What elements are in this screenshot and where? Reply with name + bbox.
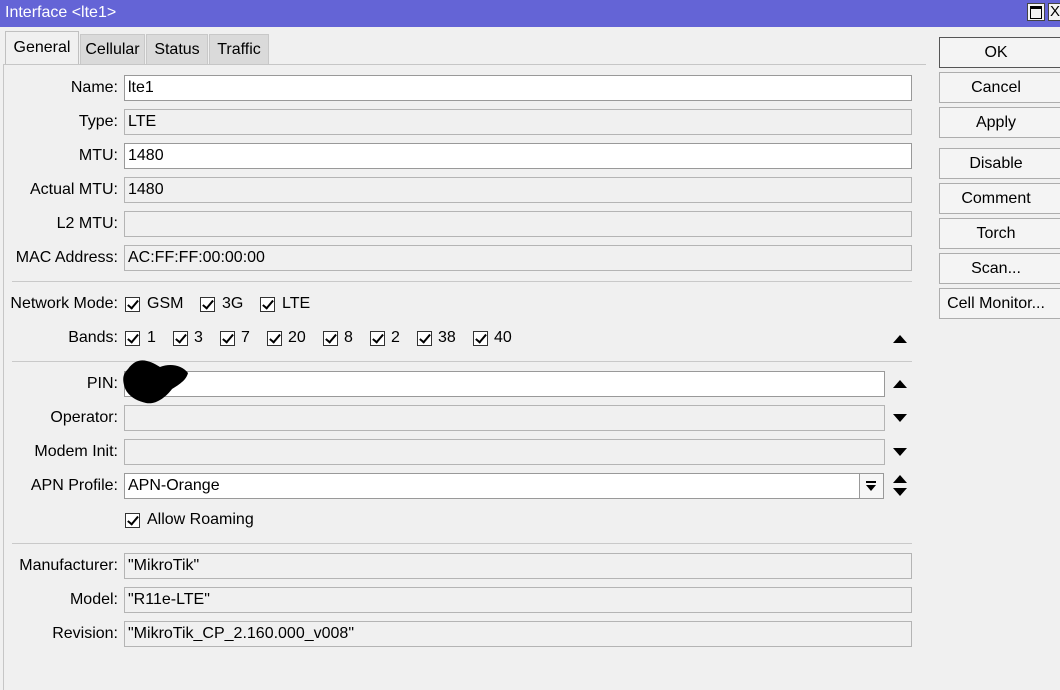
separator xyxy=(12,543,912,544)
network-mode-3g-label: 3G xyxy=(222,295,244,312)
tab-cellular[interactable]: Cellular xyxy=(80,34,145,64)
modem-init-label: Modem Init: xyxy=(34,443,118,460)
operator-label: Operator: xyxy=(50,409,118,426)
band-3-checkbox[interactable] xyxy=(173,331,188,346)
l2-mtu-label: L2 MTU: xyxy=(56,215,118,232)
band-20-label: 20 xyxy=(288,329,306,346)
apn-profile-add-icon[interactable] xyxy=(893,488,907,496)
operator-expand-icon[interactable] xyxy=(893,414,907,422)
band-7-label: 7 xyxy=(241,329,250,346)
name-input[interactable] xyxy=(124,75,912,101)
apn-profile-select[interactable]: APN-Orange xyxy=(124,473,860,499)
mtu-label: MTU: xyxy=(78,147,118,164)
mac-address-label: MAC Address: xyxy=(15,249,118,266)
band-8-label: 8 xyxy=(344,329,353,346)
cancel-button[interactable]: Cancel xyxy=(939,72,1060,103)
torch-button[interactable]: Torch xyxy=(939,218,1060,249)
modem-init-expand-icon[interactable] xyxy=(893,448,907,456)
band-7-checkbox[interactable] xyxy=(220,331,235,346)
pin-label: PIN: xyxy=(86,375,118,392)
mac-address-value: AC:FF:FF:00:00:00 xyxy=(124,245,912,271)
band-3-label: 3 xyxy=(194,329,203,346)
mtu-input[interactable] xyxy=(124,143,912,169)
revision-value: "MikroTik_CP_2.160.000_v008" xyxy=(124,621,912,647)
manufacturer-value: "MikroTik" xyxy=(124,553,912,579)
band-8-checkbox[interactable] xyxy=(323,331,338,346)
network-mode-lte-label: LTE xyxy=(282,295,311,312)
redaction-scribble xyxy=(123,360,188,404)
network-mode-lte-checkbox[interactable] xyxy=(260,297,275,312)
apn-profile-dropdown-icon[interactable] xyxy=(859,473,884,499)
type-label: Type: xyxy=(78,113,118,130)
name-label: Name: xyxy=(70,79,118,96)
tab-general[interactable]: General xyxy=(5,31,79,65)
band-1-label: 1 xyxy=(147,329,156,346)
band-2-checkbox[interactable] xyxy=(370,331,385,346)
revision-label: Revision: xyxy=(52,625,118,642)
cell-monitor-button[interactable]: Cell Monitor... xyxy=(939,288,1060,319)
type-value: LTE xyxy=(124,109,912,135)
apn-profile-label: APN Profile: xyxy=(30,477,118,494)
network-mode-label: Network Mode: xyxy=(10,295,118,312)
separator xyxy=(12,281,912,282)
actual-mtu-label: Actual MTU: xyxy=(29,181,118,198)
ok-button[interactable]: OK xyxy=(939,37,1060,68)
network-mode-gsm-checkbox[interactable] xyxy=(125,297,140,312)
disable-button[interactable]: Disable xyxy=(939,148,1060,179)
comment-button[interactable]: Comment xyxy=(939,183,1060,214)
model-label: Model: xyxy=(69,591,118,608)
scan-button[interactable]: Scan... xyxy=(939,253,1060,284)
l2-mtu-value xyxy=(124,211,912,237)
modem-init-value xyxy=(124,439,885,465)
tab-traffic[interactable]: Traffic xyxy=(209,34,269,64)
band-1-checkbox[interactable] xyxy=(125,331,140,346)
band-20-checkbox[interactable] xyxy=(267,331,282,346)
allow-roaming-label: Allow Roaming xyxy=(147,511,254,528)
operator-value xyxy=(124,405,885,431)
network-mode-3g-checkbox[interactable] xyxy=(200,297,215,312)
model-value: "R11e-LTE" xyxy=(124,587,912,613)
network-mode-gsm-label: GSM xyxy=(147,295,184,312)
actual-mtu-value: 1480 xyxy=(124,177,912,203)
allow-roaming-checkbox[interactable] xyxy=(125,513,140,528)
band-38-checkbox[interactable] xyxy=(417,331,432,346)
bands-collapse-icon[interactable] xyxy=(893,335,907,343)
pin-input[interactable] xyxy=(124,371,885,397)
band-38-label: 38 xyxy=(438,329,456,346)
maximize-icon[interactable] xyxy=(1027,3,1045,21)
manufacturer-label: Manufacturer: xyxy=(19,557,118,574)
tab-status[interactable]: Status xyxy=(146,34,208,64)
apn-profile-remove-icon[interactable] xyxy=(893,475,907,483)
band-40-label: 40 xyxy=(494,329,512,346)
band-2-label: 2 xyxy=(391,329,400,346)
bands-label: Bands: xyxy=(68,329,118,346)
window-title: Interface <lte1> xyxy=(5,4,117,21)
pin-remove-icon[interactable] xyxy=(893,380,907,388)
apply-button[interactable]: Apply xyxy=(939,107,1060,138)
close-icon[interactable]: X xyxy=(1048,3,1060,21)
title-bar: Interface <lte1> X xyxy=(0,0,1060,27)
band-40-checkbox[interactable] xyxy=(473,331,488,346)
